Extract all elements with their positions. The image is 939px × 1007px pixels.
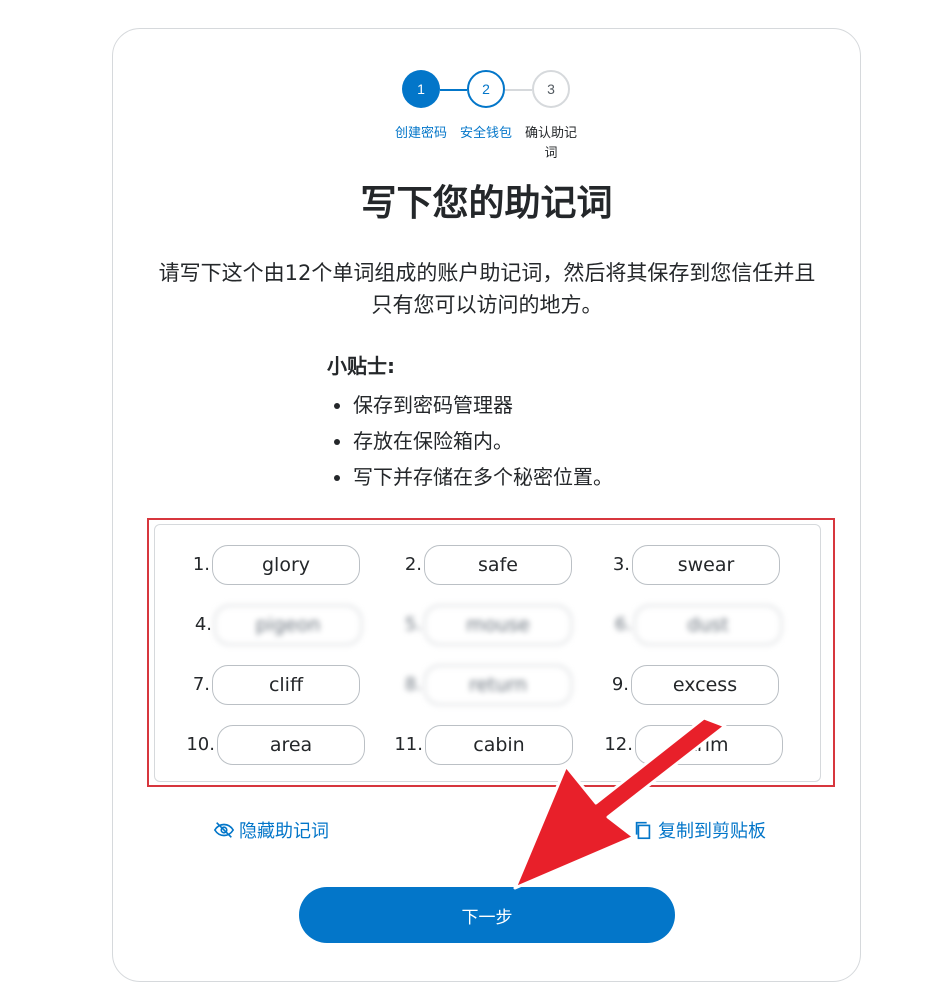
eye-slash-icon	[213, 822, 235, 838]
word-index: 7.	[192, 674, 210, 695]
copy-icon	[635, 821, 651, 840]
phrase-cell: 12. trim	[575, 725, 783, 765]
word-index: 5.	[404, 614, 422, 635]
seed-phrase-grid: 1. glory 2. safe 3. swear 4. pigeon 5. m…	[154, 524, 821, 782]
page-description: 请写下这个由12个单词组成的账户助记词，然后将其保存到您信任并且只有您可以访问的…	[158, 261, 816, 317]
step-1-circle: 1	[402, 70, 440, 108]
next-button[interactable]: 下一步	[299, 887, 675, 943]
phrase-row: 4. pigeon 5. mouse 6. dust	[155, 605, 820, 645]
seed-phrase-card: 1 2 3 创建密码 安全钱包 确认助记词 写下您的助记词 请写下这个由12个单…	[112, 28, 861, 982]
word-pill: return	[424, 665, 572, 705]
word-index: 6.	[614, 614, 632, 635]
word-index: 4.	[194, 614, 212, 635]
step-2-circle: 2	[467, 70, 505, 108]
phrase-cell: 7. cliff	[155, 665, 360, 705]
tips-section: 小贴士: 保存到密码管理器 存放在保险箱内。 写下并存储在多个秘密位置。	[327, 351, 687, 495]
word-pill: pigeon	[214, 605, 362, 645]
word-pill: mouse	[424, 605, 572, 645]
step-2-label: 安全钱包	[459, 126, 512, 141]
stepper-connector-2	[505, 89, 532, 91]
word-index: 11.	[394, 734, 423, 755]
word-index: 1.	[192, 554, 210, 575]
page-title: 写下您的助记词	[360, 183, 613, 224]
step-3-circle: 3	[532, 70, 570, 108]
tip-item: 保存到密码管理器	[353, 387, 687, 423]
word-pill: cliff	[212, 665, 360, 705]
tips-title: 小贴士:	[327, 354, 395, 378]
word-index: 12.	[604, 734, 633, 755]
word-index: 2.	[404, 554, 422, 575]
hide-seed-phrase-label: 隐藏助记词	[239, 821, 329, 842]
phrase-cell: 11. cabin	[367, 725, 573, 765]
tip-item: 存放在保险箱内。	[353, 423, 687, 459]
phrase-cell: 3. swear	[575, 545, 780, 585]
phrase-cell: 2. safe	[367, 545, 572, 585]
copy-to-clipboard-link[interactable]: 复制到剪贴板	[632, 817, 766, 843]
step-1-label: 创建密码	[394, 126, 447, 141]
word-pill: dust	[634, 605, 782, 645]
word-index: 10.	[186, 734, 215, 755]
phrase-cell: 10. area	[155, 725, 365, 765]
phrase-row: 10. area 11. cabin 12. trim	[155, 725, 820, 765]
word-pill: safe	[424, 545, 572, 585]
word-pill: area	[217, 725, 365, 765]
highlight-frame: 1. glory 2. safe 3. swear 4. pigeon 5. m…	[147, 518, 835, 787]
phrase-row: 7. cliff 8. return 9. excess	[155, 665, 820, 705]
phrase-row: 1. glory 2. safe 3. swear	[155, 545, 820, 585]
hide-seed-phrase-link[interactable]: 隐藏助记词	[213, 817, 329, 843]
tip-item: 写下并存储在多个秘密位置。	[353, 459, 687, 495]
stepper-connector-1	[440, 89, 467, 91]
phrase-cell: 4. pigeon	[155, 605, 362, 645]
phrase-cell: 6. dust	[577, 605, 782, 645]
tips-list: 保存到密码管理器 存放在保险箱内。 写下并存储在多个秘密位置。	[327, 387, 687, 495]
phrase-cell: 8. return	[367, 665, 572, 705]
phrase-cell: 1. glory	[155, 545, 360, 585]
word-pill: swear	[632, 545, 780, 585]
copy-to-clipboard-label: 复制到剪贴板	[658, 821, 766, 842]
word-pill: glory	[212, 545, 360, 585]
word-index: 8.	[404, 674, 422, 695]
word-pill: cabin	[425, 725, 573, 765]
progress-stepper: 1 2 3 创建密码 安全钱包 确认助记词	[113, 29, 860, 189]
word-index: 9.	[611, 674, 629, 695]
word-pill: trim	[635, 725, 783, 765]
phrase-cell: 9. excess	[574, 665, 779, 705]
word-index: 3.	[612, 554, 630, 575]
word-pill: excess	[631, 665, 779, 705]
phrase-cell: 5. mouse	[367, 605, 572, 645]
step-3-label: 确认助记词	[524, 126, 577, 161]
